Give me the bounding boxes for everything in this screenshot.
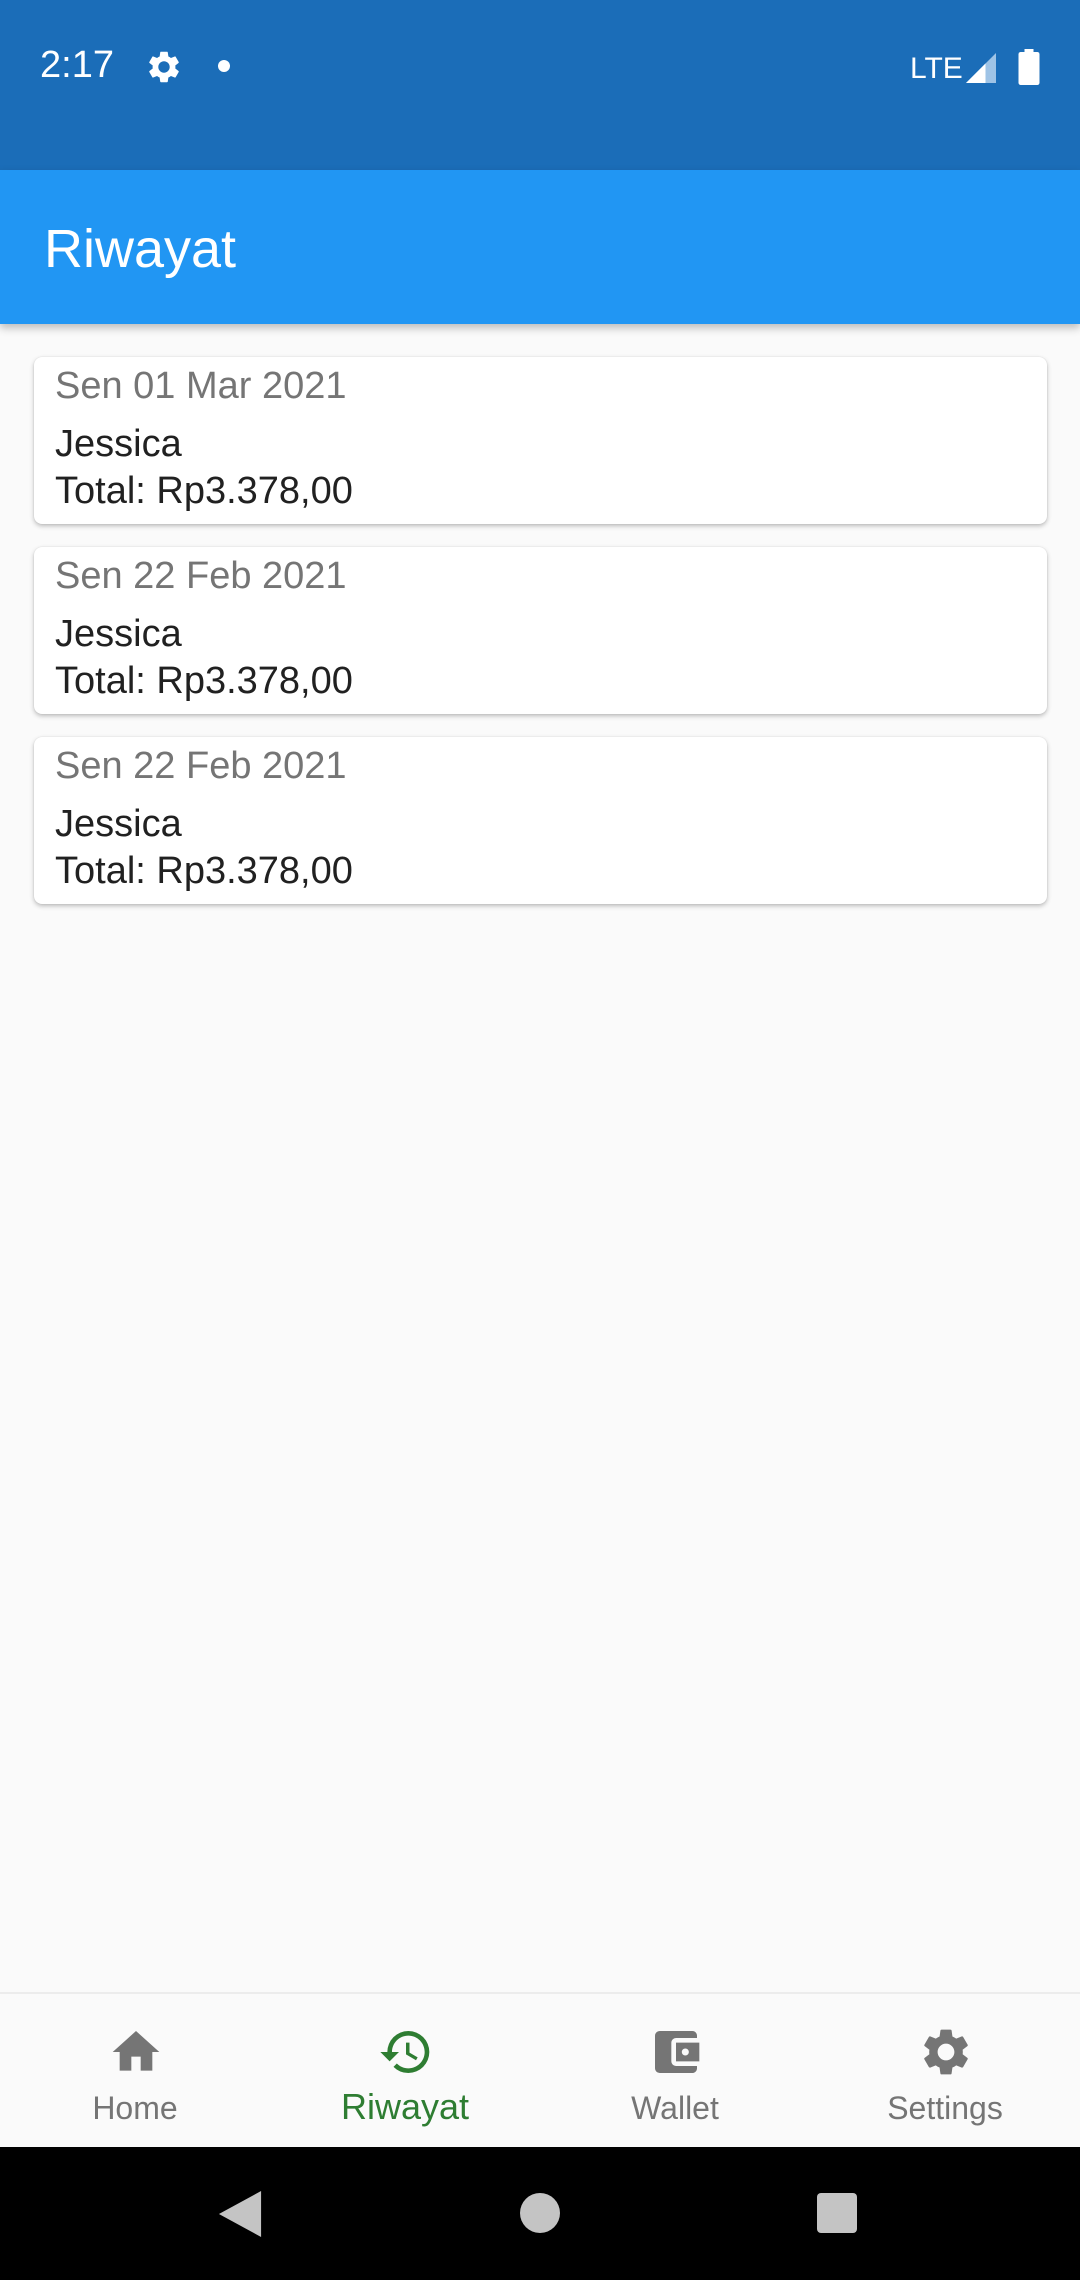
recents-icon[interactable] — [817, 2193, 857, 2233]
signal-icon — [966, 53, 996, 83]
bottom-navigation: Home Riwayat Wallet Settings — [0, 1992, 1080, 2147]
home-button-icon[interactable] — [520, 2193, 560, 2233]
history-name: Jessica — [55, 803, 182, 845]
network-type: LTE — [910, 52, 963, 85]
wallet-icon — [655, 2031, 700, 2073]
history-name: Jessica — [55, 613, 182, 655]
notification-dot — [218, 60, 230, 72]
nav-item-wallet[interactable]: Wallet — [540, 1994, 810, 2149]
nav-item-riwayat[interactable]: Riwayat — [270, 1994, 540, 2149]
status-time: 2:17 — [40, 44, 114, 86]
home-icon — [112, 2031, 160, 2071]
history-total: Total: Rp3.378,00 — [55, 850, 353, 892]
page-title: Riwayat — [44, 219, 237, 279]
history-total: Total: Rp3.378,00 — [55, 470, 353, 512]
settings-icon — [924, 2029, 968, 2075]
gear-icon — [149, 51, 179, 83]
back-icon[interactable] — [218, 2191, 262, 2237]
history-date: Sen 01 Mar 2021 — [55, 365, 347, 407]
history-icon — [380, 2031, 430, 2073]
history-date: Sen 22 Feb 2021 — [55, 745, 347, 787]
nav-item-settings[interactable]: Settings — [810, 1994, 1080, 2149]
history-date: Sen 22 Feb 2021 — [55, 555, 347, 597]
history-card[interactable]: Sen 01 Mar 2021 Jessica Total: Rp3.378,0… — [34, 357, 1047, 524]
history-list: Sen 01 Mar 2021 Jessica Total: Rp3.378,0… — [34, 357, 1047, 927]
app-bar: Riwayat — [0, 170, 1080, 324]
battery-icon — [1018, 49, 1040, 85]
history-card[interactable]: Sen 22 Feb 2021 Jessica Total: Rp3.378,0… — [34, 547, 1047, 714]
nav-label-riwayat: Riwayat — [340, 2086, 470, 2127]
history-total: Total: Rp3.378,00 — [55, 660, 353, 702]
status-bar: 2:17 LTE — [0, 0, 1080, 170]
nav-label-home: Home — [92, 2090, 178, 2126]
history-name: Jessica — [55, 423, 182, 465]
nav-label-settings: Settings — [887, 2090, 1003, 2126]
history-card[interactable]: Sen 22 Feb 2021 Jessica Total: Rp3.378,0… — [34, 737, 1047, 904]
system-navigation-bar — [0, 2147, 1080, 2280]
nav-label-wallet: Wallet — [631, 2090, 719, 2126]
nav-item-home[interactable]: Home — [0, 1994, 270, 2149]
